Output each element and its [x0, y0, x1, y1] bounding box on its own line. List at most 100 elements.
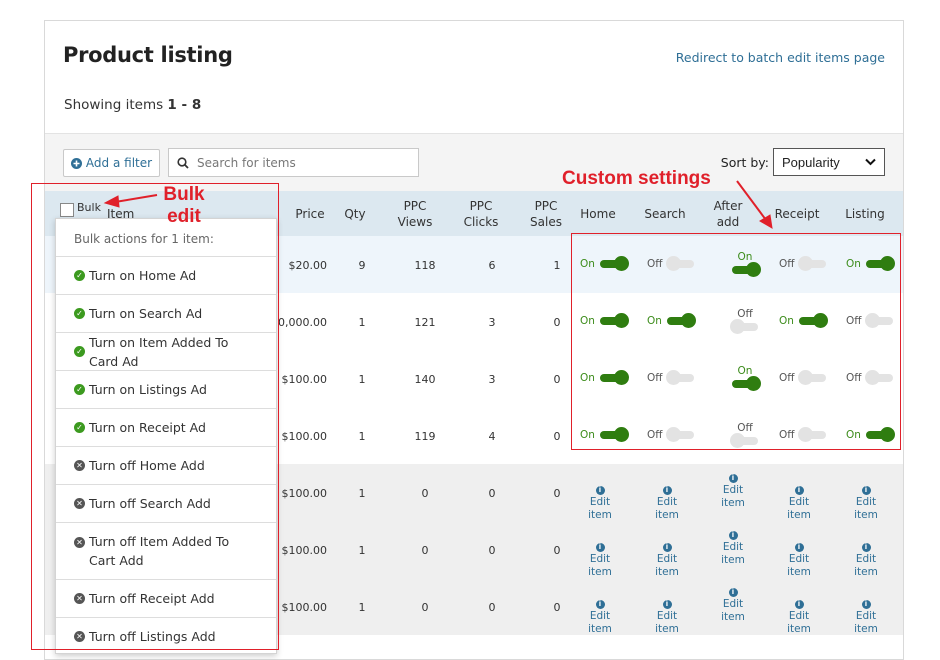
after-add-column-header[interactable]: After add [705, 198, 751, 230]
table-cell-ppc-views: 0 [421, 601, 429, 614]
table-cell-ppc-sales: 1 [553, 259, 561, 272]
table-cell-ppc-views: 0 [421, 487, 429, 500]
table-cell-ppc-clicks: 4 [488, 430, 496, 443]
table-cell-ppc-clicks: 0 [488, 487, 496, 500]
listing-edit-item-link[interactable]: i Edit item [843, 543, 889, 579]
search-edit-item-link[interactable]: i Edit item [644, 600, 690, 636]
after-add-line2: add [716, 215, 740, 229]
ppc-views-column-header[interactable]: PPC Views [390, 198, 440, 230]
ppc-clicks-line1: PPC [469, 199, 493, 213]
info-icon: i [662, 600, 672, 609]
search-edit-item-link[interactable]: i Edit item [644, 486, 690, 522]
after-add-edit-item-link[interactable]: i Edit item [721, 474, 745, 510]
table-cell-ppc-views: 140 [414, 373, 436, 386]
receipt-edit-item-link[interactable]: i Edit item [776, 543, 822, 579]
price-column-header[interactable]: Price [290, 206, 330, 222]
edit-item-label-line: Edit [722, 484, 744, 496]
table-cell-price: $100.00 [281, 544, 328, 557]
info-icon: i [794, 600, 804, 609]
edit-item-label-line: Edit [722, 598, 744, 610]
info-icon: i [861, 486, 871, 495]
edit-item-label: Edit item [854, 553, 878, 578]
search-column-header[interactable]: Search [637, 206, 693, 222]
table-cell-ppc-views: 119 [414, 430, 436, 443]
listing-edit-item-link[interactable]: i Edit item [843, 600, 889, 636]
edit-item-label-line: item [721, 554, 745, 566]
info-icon: i [595, 543, 605, 552]
info-icon: i [728, 531, 738, 540]
edit-item-label: Edit item [588, 610, 612, 635]
receipt-column-header[interactable]: Receipt [769, 206, 825, 222]
info-icon: i [861, 600, 871, 609]
edit-item-label: Edit item [588, 496, 612, 521]
table-cell-ppc-clicks: 0 [488, 544, 496, 557]
info-icon: i [662, 486, 672, 495]
table-cell-qty: 1 [358, 316, 366, 329]
receipt-edit-item-link[interactable]: i Edit item [776, 600, 822, 636]
sort-control: Sort by: Popularity [721, 148, 885, 176]
table-cell-qty: 1 [358, 373, 366, 386]
ppc-clicks-column-header[interactable]: PPC Clicks [456, 198, 506, 230]
sort-select[interactable]: Popularity [773, 148, 885, 176]
redirect-batch-edit-link[interactable]: Redirect to batch edit items page [676, 50, 885, 65]
listing-column-header[interactable]: Listing [837, 206, 893, 222]
bulk-edit-highlight [31, 183, 279, 650]
after-add-edit-item-link[interactable]: i Edit item [721, 531, 745, 567]
ppc-sales-line2: Sales [530, 215, 562, 229]
ppc-sales-line1: PPC [534, 199, 558, 213]
chevron-down-icon [865, 158, 876, 166]
sort-value: Popularity [782, 154, 840, 170]
ppc-clicks-line2: Clicks [463, 215, 499, 229]
table-cell-qty: 1 [358, 487, 366, 500]
bulk-edit-annotation: Bulk edit [161, 184, 207, 228]
ppc-sales-column-header[interactable]: PPC Sales [521, 198, 571, 230]
home-edit-item-link[interactable]: i Edit item [577, 543, 623, 579]
table-cell-price: $100.00 [281, 373, 328, 386]
info-icon: i [794, 543, 804, 552]
info-icon: i [662, 543, 672, 552]
home-column-header[interactable]: Home [573, 206, 623, 222]
bulk-edit-annotation-line2: edit [167, 206, 201, 227]
info-icon: i [794, 486, 804, 495]
custom-settings-annotation: Custom settings [562, 168, 711, 189]
bulk-edit-annotation-line1: Bulk [163, 184, 205, 205]
table-cell-ppc-sales: 0 [553, 487, 561, 500]
qty-column-header[interactable]: Qty [340, 206, 370, 222]
showing-items-text: Showing items 1 - 8 [64, 97, 201, 113]
table-cell-ppc-sales: 0 [553, 544, 561, 557]
info-icon: i [595, 486, 605, 495]
listing-edit-item-link[interactable]: i Edit item [843, 486, 889, 522]
table-cell-price: $100.00 [281, 430, 328, 443]
table-cell-price: $20.00 [288, 259, 328, 272]
info-icon: i [861, 543, 871, 552]
edit-item-label: Edit item [655, 610, 679, 635]
ppc-views-line2: Views [397, 215, 433, 229]
after-add-edit-item-link[interactable]: i Edit item [721, 588, 745, 624]
edit-item-label: Edit item [787, 496, 811, 521]
table-cell-qty: 1 [358, 601, 366, 614]
after-add-line1: After [713, 199, 743, 213]
search-input[interactable]: Search for items [168, 148, 419, 177]
edit-item-label-line: Edit [722, 541, 744, 553]
showing-range: 1 - 8 [167, 97, 202, 113]
edit-item-label: Edit item [787, 610, 811, 635]
edit-item-label-line: item [721, 611, 745, 623]
info-icon: i [728, 588, 738, 597]
home-edit-item-link[interactable]: i Edit item [577, 486, 623, 522]
edit-item-label: Edit item [655, 553, 679, 578]
edit-item-label: Edit item [588, 553, 612, 578]
search-icon [177, 156, 189, 169]
table-cell-ppc-clicks: 0 [488, 601, 496, 614]
sort-label: Sort by: [720, 154, 769, 170]
table-cell-ppc-sales: 0 [553, 373, 561, 386]
custom-settings-highlight [571, 233, 901, 450]
add-filter-button[interactable]: Add a filter [63, 149, 160, 177]
table-cell-ppc-clicks: 3 [488, 316, 496, 329]
table-cell-ppc-sales: 0 [553, 601, 561, 614]
search-edit-item-link[interactable]: i Edit item [644, 543, 690, 579]
table-cell-ppc-views: 0 [421, 544, 429, 557]
receipt-edit-item-link[interactable]: i Edit item [776, 486, 822, 522]
table-cell-ppc-views: 121 [414, 316, 436, 329]
table-cell-ppc-sales: 0 [553, 316, 561, 329]
home-edit-item-link[interactable]: i Edit item [577, 600, 623, 636]
